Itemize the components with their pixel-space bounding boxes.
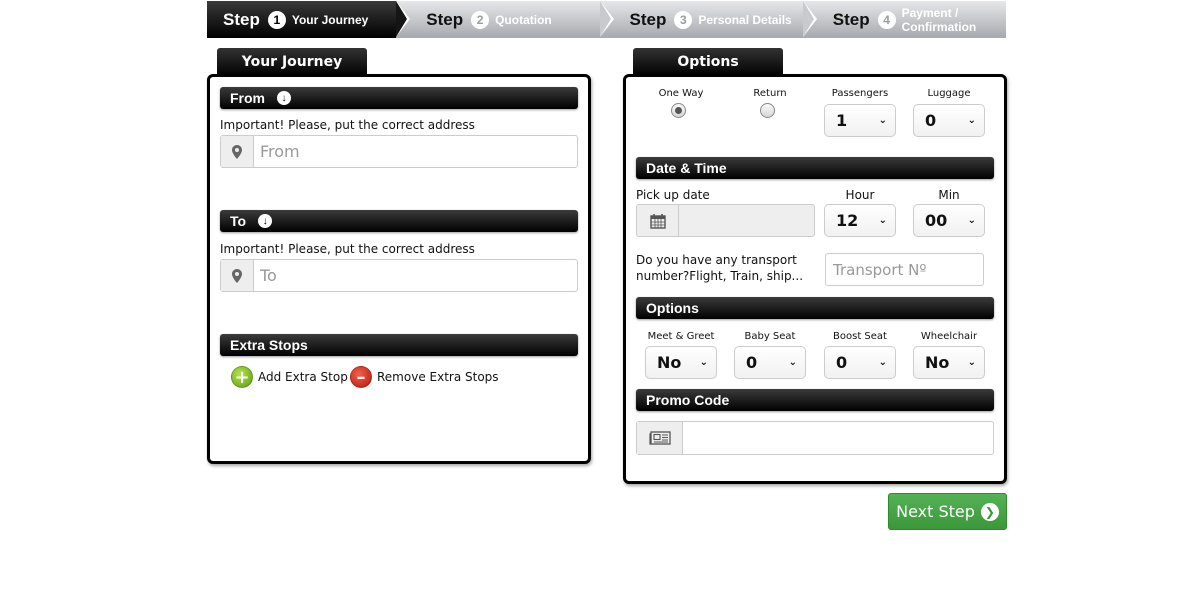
options-header: Options (636, 297, 994, 319)
from-field (220, 135, 578, 168)
progress-steps: Step 1 Your Journey Step 2 Quotation Ste… (207, 1, 1006, 38)
one-way-radio[interactable] (671, 103, 686, 118)
return-radio[interactable] (760, 103, 775, 118)
passengers-label: Passengers (831, 88, 889, 99)
add-extra-stop-label: Add Extra Stop (258, 370, 348, 384)
extra-stops-header: Extra Stops (220, 334, 578, 356)
wheelchair-select[interactable]: No ⌄ (913, 346, 985, 379)
boost-seat-value: 0 (836, 353, 848, 372)
from-note: Important! Please, put the correct addre… (220, 118, 475, 132)
next-step-button[interactable]: Next Step ❯ (888, 493, 1007, 530)
to-note: Important! Please, put the correct addre… (220, 242, 475, 256)
chevron-right-circle-icon: ❯ (980, 502, 999, 521)
step-separator-inner (396, 1, 408, 37)
plus-circle-icon: + (231, 366, 253, 388)
chevron-down-icon: ⌄ (788, 357, 797, 368)
to-input[interactable] (254, 260, 577, 291)
to-field (220, 259, 578, 292)
radio-selected-dot (675, 107, 682, 114)
baby-seat-label: Baby Seat (744, 331, 796, 342)
step-word: Step (629, 9, 667, 29)
baby-seat-select[interactable]: 0 ⌄ (734, 346, 806, 379)
from-header: From ↓ (220, 87, 578, 109)
promo-code-field (636, 421, 994, 455)
date-time-header: Date & Time (636, 157, 994, 179)
date-time-header-label: Date & Time (646, 160, 727, 176)
step-3[interactable]: Step 3 Personal Details (599, 1, 817, 38)
min-label: Min (938, 188, 960, 202)
step-number: 4 (877, 10, 896, 29)
remove-extra-stops-button[interactable]: – Remove Extra Stops (350, 366, 499, 388)
step-number: 1 (267, 10, 286, 29)
map-marker-icon (221, 260, 254, 291)
transport-number-input[interactable]: Transport Nº (825, 253, 984, 286)
meet-greet-label: Meet & Greet (647, 331, 715, 342)
minus-circle-icon: – (350, 366, 372, 388)
promo-code-header-label: Promo Code (646, 392, 730, 408)
step-label: Quotation (495, 12, 552, 27)
from-input[interactable] (254, 136, 577, 167)
luggage-select[interactable]: 0 ⌄ (913, 104, 985, 137)
return-label: Return (753, 88, 787, 99)
transport-question: Do you have any transport number?Flight,… (636, 253, 804, 283)
meet-greet-select[interactable]: No ⌄ (645, 346, 717, 379)
calendar-icon (637, 205, 679, 236)
promo-code-header: Promo Code (636, 389, 994, 411)
chevron-down-icon: ⌄ (967, 215, 976, 226)
promo-code-input[interactable] (683, 422, 993, 454)
wheelchair-label: Wheelchair (920, 331, 978, 342)
chevron-down-icon: ⌄ (878, 215, 887, 226)
step-separator-inner (802, 1, 814, 37)
luggage-label: Luggage (927, 88, 971, 99)
next-step-label: Next Step (896, 502, 975, 521)
chevron-down-icon: ⌄ (699, 357, 708, 368)
from-header-label: From (230, 90, 265, 106)
options-tab: Options (633, 48, 783, 76)
chevron-down-icon: ⌄ (967, 357, 976, 368)
to-header-label: To (230, 213, 247, 229)
hour-value: 12 (836, 211, 859, 230)
wheelchair-value: No (925, 353, 950, 372)
step-word: Step (223, 9, 260, 29)
step-4[interactable]: Step 4 Payment / Confirmation (802, 1, 1006, 38)
newspaper-icon (637, 422, 683, 454)
options-header-label: Options (646, 300, 699, 316)
step-word: Step (426, 9, 464, 29)
luggage-value: 0 (925, 111, 937, 130)
to-header: To ↓ (220, 210, 578, 232)
extra-stops-header-label: Extra Stops (230, 337, 308, 353)
boost-seat-label: Boost Seat (833, 331, 887, 342)
one-way-label: One Way (658, 88, 704, 99)
chevron-down-icon: ⌄ (878, 115, 887, 126)
step-label: Payment / Confirmation (901, 5, 977, 34)
add-extra-stop-button[interactable]: + Add Extra Stop (231, 366, 348, 388)
chevron-down-icon: ⌄ (967, 115, 976, 126)
step-label: Your Journey (291, 12, 369, 27)
min-select[interactable]: 00 ⌄ (913, 204, 985, 237)
journey-tab: Your Journey (217, 48, 367, 76)
remove-extra-stops-label: Remove Extra Stops (377, 370, 499, 384)
hour-label: Hour (845, 188, 875, 202)
step-separator-inner (599, 1, 611, 37)
boost-seat-select[interactable]: 0 ⌄ (824, 346, 896, 379)
passengers-select[interactable]: 1 ⌄ (824, 104, 896, 137)
arrow-down-circle-icon[interactable]: ↓ (277, 91, 291, 105)
step-word: Step (832, 9, 870, 29)
pickup-date-label: Pick up date (636, 188, 710, 202)
pickup-date-field[interactable] (636, 204, 815, 237)
meet-greet-value: No (657, 353, 682, 372)
arrow-down-circle-icon[interactable]: ↓ (258, 214, 273, 228)
baby-seat-value: 0 (746, 353, 758, 372)
hour-select[interactable]: 12 ⌄ (824, 204, 896, 237)
map-marker-icon (221, 136, 254, 167)
step-label: Personal Details (698, 12, 792, 27)
chevron-down-icon: ⌄ (878, 357, 887, 368)
step-number: 2 (471, 10, 490, 29)
step-1[interactable]: Step 1 Your Journey (207, 1, 411, 38)
passengers-value: 1 (836, 111, 848, 130)
min-value: 00 (925, 211, 948, 230)
step-2[interactable]: Step 2 Quotation (396, 1, 614, 38)
step-number: 3 (674, 10, 693, 29)
